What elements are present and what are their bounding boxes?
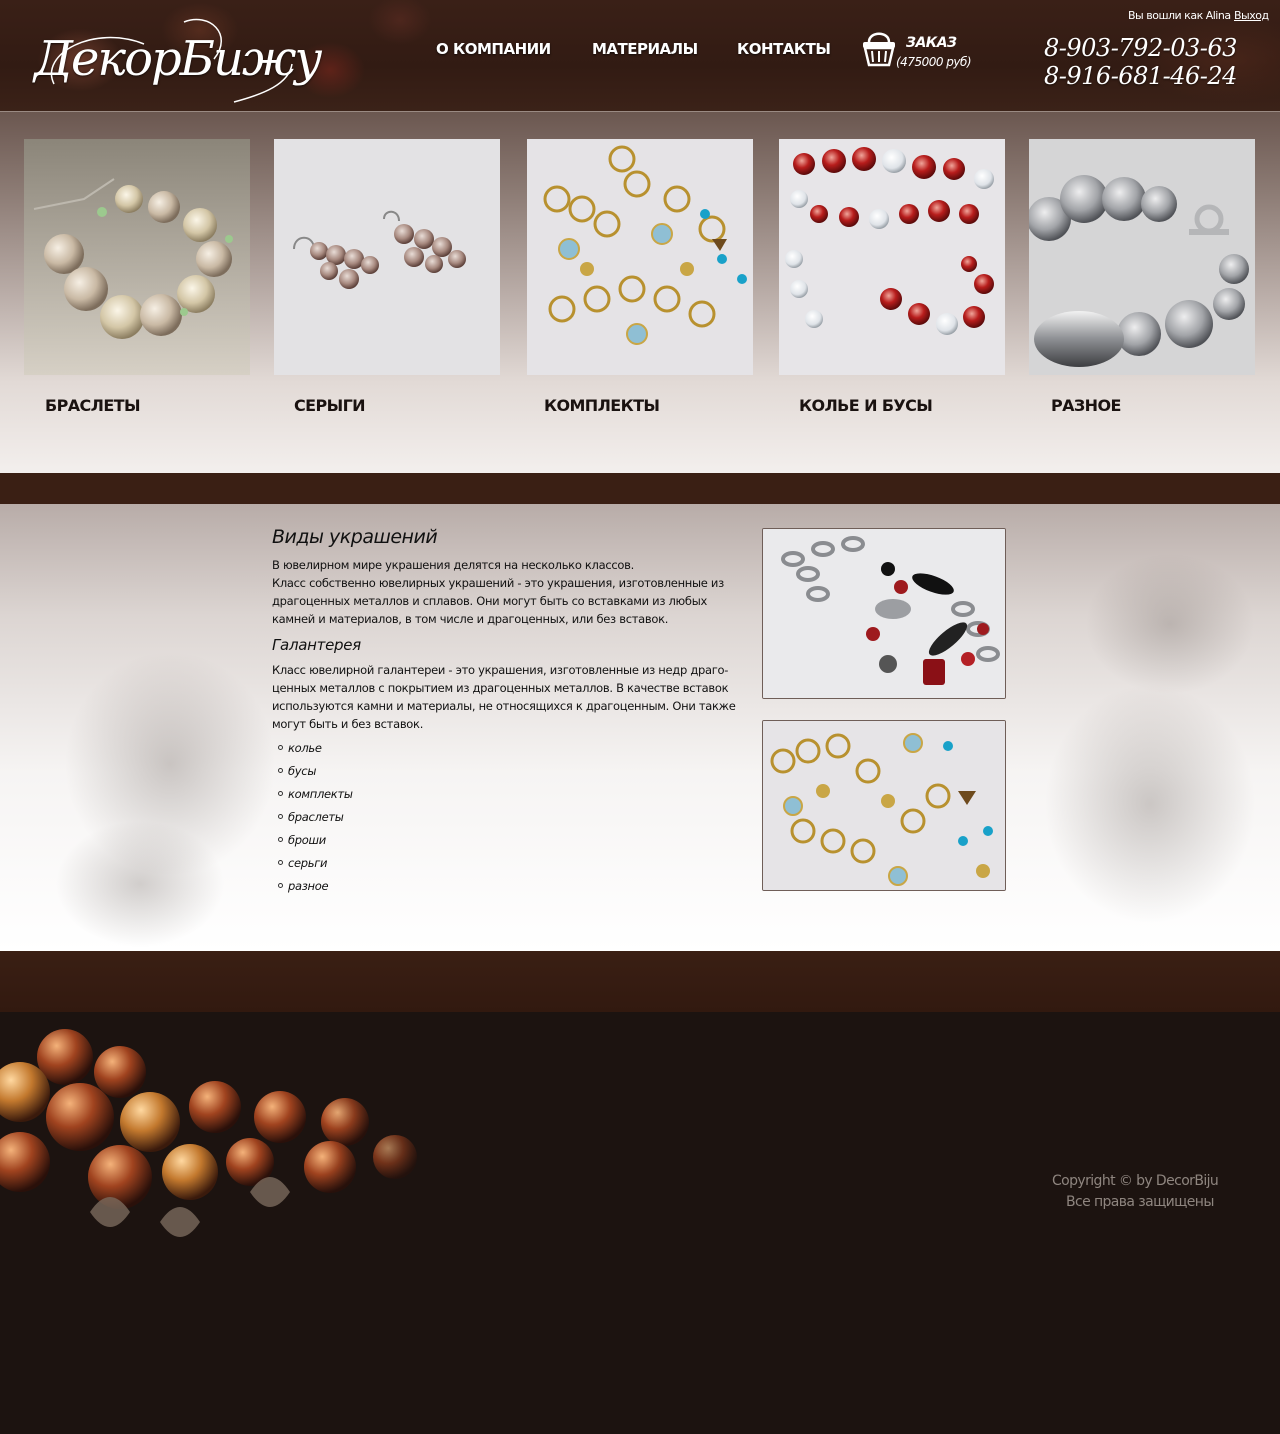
category-earrings-label[interactable]: СЕРЫГИ [294,396,366,415]
list-item: браслеты [278,805,353,828]
nav-materials[interactable]: МАТЕРИАЛЫ [592,40,698,62]
gold-chain-set-photo [763,721,1005,890]
decorative-beads-image [0,1012,520,1292]
cart-sum: (475000 руб) [896,55,972,69]
phone-1: 8-903-792-03-63 [1044,34,1237,62]
bullet-icon [278,745,283,750]
bullet-icon [278,883,283,888]
category-sets-label[interactable]: КОМПЛЕКТЫ [544,396,660,415]
list-item: броши [278,828,353,851]
jewelry-types-list: колье бусы комплекты браслеты броши серь… [278,736,353,897]
category-misc-label[interactable]: РАЗНОЕ [1051,396,1121,415]
cart-title[interactable]: ЗАКАЗ [906,35,957,51]
main-content: Виды украшений В ювелирном мире украшени… [0,504,1280,951]
gold-chain-set-photo [527,139,753,375]
beaded-earrings-photo [274,139,500,375]
red-bead-necklace-photo [779,139,1005,375]
divider-band-top [0,473,1280,504]
list-item: колье [278,736,353,759]
category-misc-card[interactable] [1029,139,1255,375]
section-subtitle: Галантерея [272,636,361,654]
silver-chain-necklace-photo [763,529,1005,698]
list-item: комплекты [278,782,353,805]
bullet-icon [278,791,283,796]
site-header: ДекорБижу О КОМПАНИИ МАТЕРИАЛЫ КОНТАКТЫ … [0,0,1280,112]
list-item: разное [278,874,353,897]
category-sets-card[interactable] [527,139,753,375]
phone-2: 8-916-681-46-24 [1044,62,1237,90]
category-strip: БРАСЛЕТЫ СЕРЫГИ КОМПЛЕКТЫ КОЛЬЕ И БУСЫ Р… [0,112,1280,473]
side-photo-1[interactable] [762,528,1006,699]
copyright-text: Copyright © by DecorBiju [1052,1173,1219,1189]
nav-contacts[interactable]: КОНТАКТЫ [737,40,831,62]
category-bracelets-card[interactable] [24,139,250,375]
logo-text: ДекорБижу [34,31,322,87]
basket-icon[interactable] [860,28,898,68]
rights-text: Все права защищены [1066,1194,1214,1210]
logout-link[interactable]: Выход [1234,9,1269,22]
grey-agate-bracelet-photo [1029,139,1255,375]
category-earrings-card[interactable] [274,139,500,375]
haberdashery-text: Класс ювелирной галантереи - это украшен… [272,663,736,731]
intro-text: В ювелирном мире украшения делятся на не… [272,558,634,572]
site-logo[interactable]: ДекорБижу [34,14,322,104]
divider-band-bottom [0,951,1280,1012]
page-title: Виды украшений [272,526,438,548]
site-footer: Copyright © by DecorBiju Все права защищ… [0,1012,1280,1434]
list-item: серьги [278,851,353,874]
pearl-bracelet-photo [24,139,250,375]
bullet-icon [278,768,283,773]
side-photo-2[interactable] [762,720,1006,891]
bullet-icon [278,814,283,819]
category-necklaces-card[interactable] [779,139,1005,375]
bullet-icon [278,860,283,865]
nav-about[interactable]: О КОМПАНИИ [436,40,551,62]
jewelry-class-text: Класс собственно ювелирных украшений - э… [272,576,724,626]
list-item: бусы [278,759,353,782]
category-bracelets-label[interactable]: БРАСЛЕТЫ [45,396,141,415]
login-status: Вы вошли как Alina [1128,9,1231,22]
bullet-icon [278,837,283,842]
category-necklaces-label[interactable]: КОЛЬЕ И БУСЫ [799,396,933,415]
